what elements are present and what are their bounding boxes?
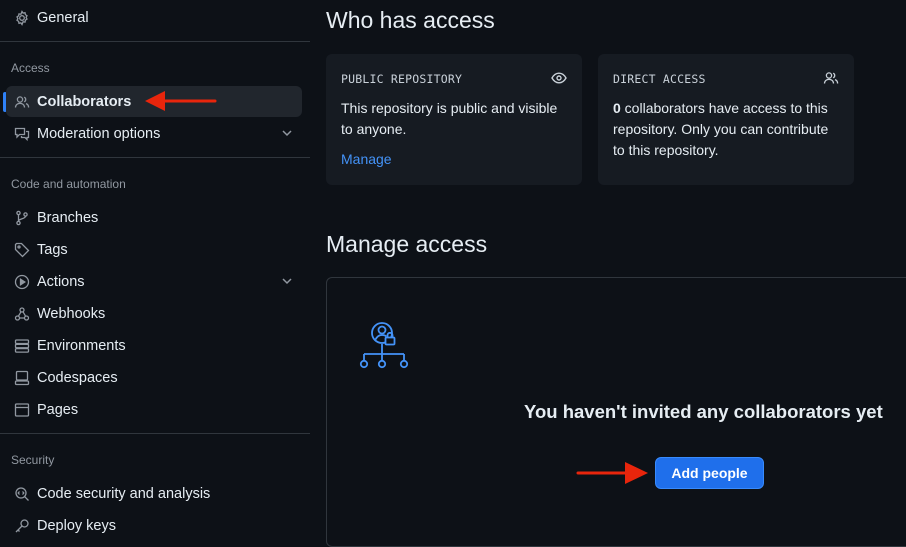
sidebar-item-label: General (37, 9, 89, 26)
sidebar-item-pages[interactable]: Pages (6, 394, 302, 425)
sidebar-item-deploy-keys[interactable]: Deploy keys (6, 510, 302, 541)
sidebar-item-label: Collaborators (37, 93, 132, 110)
sidebar-item-general[interactable]: General (6, 2, 302, 33)
eye-icon (551, 72, 567, 84)
card-kicker: DIRECT ACCESS (613, 72, 706, 86)
sidebar-item-tags[interactable]: Tags (6, 234, 302, 265)
codescan-icon (13, 485, 31, 503)
sidebar-item-environments[interactable]: Environments (6, 330, 302, 361)
sidebar-item-webhooks[interactable]: Webhooks (6, 298, 302, 329)
manage-link[interactable]: Manage (341, 151, 392, 167)
play-icon (13, 273, 31, 291)
sidebar-item-actions[interactable]: Actions (6, 266, 302, 297)
sidebar-divider (0, 433, 310, 434)
codespaces-icon (13, 369, 31, 387)
page-title: Who has access (326, 7, 495, 33)
section-label-security: Security (11, 453, 55, 467)
collaborator-count: 0 (613, 100, 621, 116)
chevron-down-icon[interactable] (280, 274, 294, 288)
main-content: Who has access PUBLIC REPOSITORY This re… (326, 0, 906, 547)
sidebar-item-label: Branches (37, 209, 99, 226)
key-icon (13, 517, 31, 535)
sidebar-item-codespaces[interactable]: Codespaces (6, 362, 302, 393)
sidebar-item-branches[interactable]: Branches (6, 202, 302, 233)
public-repository-card: PUBLIC REPOSITORY This repository is pub… (326, 54, 582, 185)
card-description-text: collaborators have access to this reposi… (613, 100, 829, 158)
card-description: This repository is public and visible to… (341, 100, 558, 137)
people-icon (823, 72, 839, 84)
card-kicker: PUBLIC REPOSITORY (341, 72, 463, 86)
sidebar-item-label: Webhooks (37, 305, 106, 322)
annotation-arrow-collaborators (145, 91, 217, 111)
gear-icon (13, 9, 31, 27)
chevron-down-icon[interactable] (280, 126, 294, 140)
section-label-access: Access (11, 61, 50, 75)
git-branch-icon (13, 209, 31, 227)
webhook-icon (13, 305, 31, 323)
add-people-button[interactable]: Add people (655, 457, 764, 489)
annotation-arrow-add-people (576, 462, 648, 484)
sidebar-item-moderation[interactable]: Moderation options (6, 118, 302, 149)
direct-access-card: DIRECT ACCESS 0 collaborators have acces… (598, 54, 854, 185)
sidebar-divider (0, 41, 310, 42)
browser-icon (13, 401, 31, 419)
sidebar-divider (0, 157, 310, 158)
sidebar-item-label: Moderation options (37, 125, 161, 142)
organization-lock-icon (359, 322, 409, 369)
section-title-manage-access: Manage access (326, 231, 488, 257)
settings-sidebar: General Access Collaborators Moderation … (0, 0, 310, 534)
sidebar-item-label: Codespaces (37, 369, 118, 386)
sidebar-item-label: Deploy keys (37, 517, 116, 534)
server-icon (13, 337, 31, 355)
sidebar-item-label: Actions (37, 273, 85, 290)
people-icon (13, 93, 31, 111)
section-label-code-automation: Code and automation (11, 177, 126, 191)
sidebar-item-label: Environments (37, 337, 126, 354)
empty-state-title: You haven't invited any collaborators ye… (524, 401, 883, 422)
sidebar-item-code-security[interactable]: Code security and analysis (6, 478, 302, 509)
sidebar-item-label: Pages (37, 401, 79, 418)
sidebar-item-label: Code security and analysis (37, 485, 211, 502)
card-description: 0 collaborators have access to this repo… (613, 98, 839, 161)
tag-icon (13, 241, 31, 259)
sidebar-item-label: Tags (37, 241, 68, 258)
comment-discussion-icon (13, 125, 31, 143)
